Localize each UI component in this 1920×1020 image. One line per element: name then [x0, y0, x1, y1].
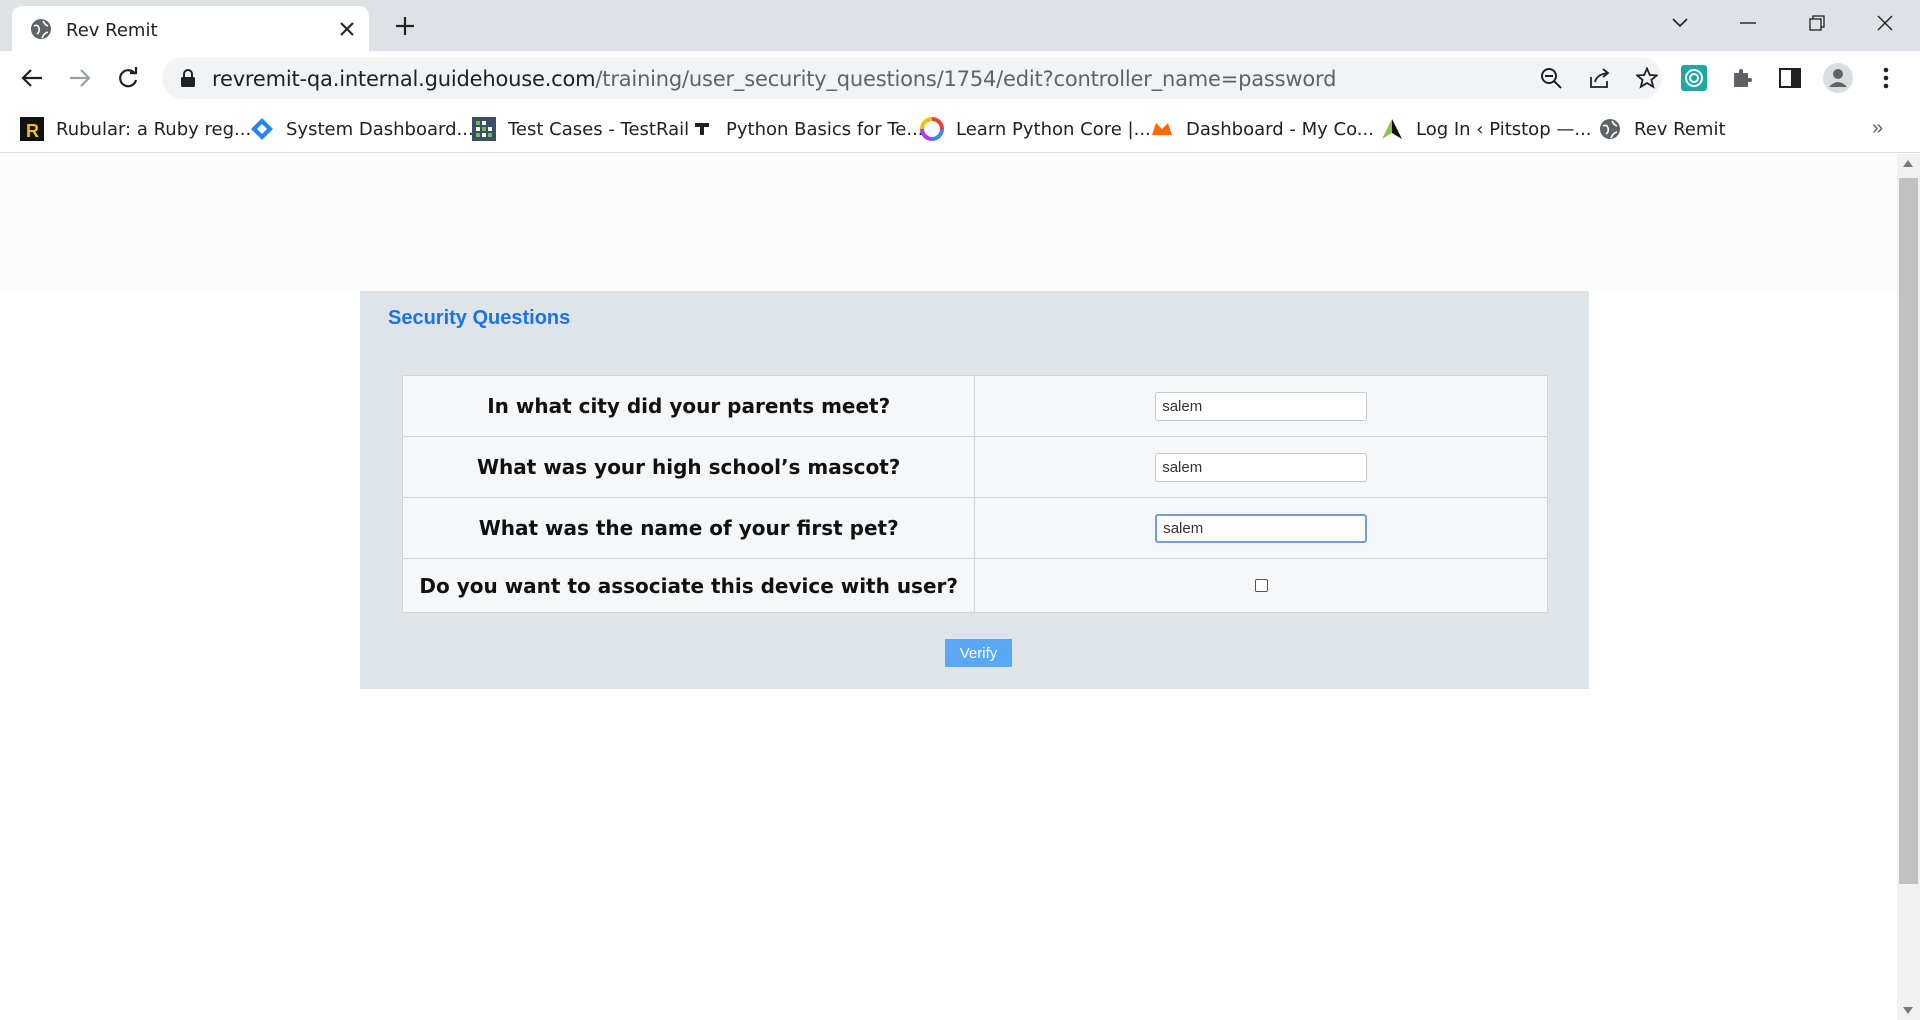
security-questions-table: In what city did your parents meet? What… — [401, 375, 1548, 613]
close-tab-icon[interactable] — [334, 16, 360, 42]
bookmark-item[interactable]: Python Basics for Te... — [690, 113, 924, 145]
bookmark-item[interactable]: Test Cases - TestRail — [472, 113, 689, 145]
swirl-icon — [920, 117, 944, 141]
bookmark-label: Log In ‹ Pitstop —... — [1416, 118, 1592, 140]
pitstop-icon — [1380, 117, 1404, 141]
answer-cell — [974, 436, 1548, 498]
bookmark-item[interactable]: System Dashboard... — [250, 113, 474, 145]
side-panel-icon[interactable] — [1774, 62, 1806, 94]
reload-icon[interactable] — [112, 62, 144, 94]
bookmark-label: Rev Remit — [1634, 118, 1726, 140]
share-icon[interactable] — [1586, 65, 1612, 91]
scroll-down-arrow-icon[interactable] — [1903, 1007, 1913, 1014]
jira-diamond-icon — [250, 117, 274, 141]
zoom-icon[interactable] — [1538, 65, 1564, 91]
table-row: Do you want to associate this device wit… — [401, 558, 1548, 613]
new-tab-icon[interactable] — [390, 11, 420, 41]
globe-icon — [30, 18, 52, 40]
answer-cell — [974, 375, 1548, 437]
table-row: What was your high school’s mascot? — [401, 436, 1548, 498]
address-bar[interactable]: revremit-qa.internal.guidehouse.com/trai… — [162, 57, 1662, 99]
page-viewport: Security Questions In what city did your… — [0, 154, 1897, 1020]
browser-toolbar: revremit-qa.internal.guidehouse.com/trai… — [0, 51, 1920, 105]
close-window-icon[interactable] — [1865, 8, 1905, 38]
browser-tab-strip: Rev Remit — [0, 0, 1920, 51]
back-icon[interactable] — [16, 62, 48, 94]
testrail-icon — [472, 117, 496, 141]
bookmark-label: Rubular: a Ruby reg... — [56, 118, 252, 140]
bookmarks-bar: R Rubular: a Ruby reg... System Dashboar… — [0, 105, 1920, 153]
bookmark-item[interactable]: Learn Python Core |... — [920, 113, 1151, 145]
dash-icon — [690, 117, 714, 141]
url-host: revremit-qa.internal.guidehouse.com — [212, 67, 596, 91]
question-label: What was your high school’s mascot? — [401, 436, 976, 498]
forward-icon[interactable] — [64, 62, 96, 94]
minimize-icon[interactable] — [1728, 8, 1768, 38]
bookmark-star-icon[interactable] — [1634, 65, 1660, 91]
device-checkbox-cell — [974, 558, 1548, 613]
page-header-band — [0, 154, 1897, 291]
bookmark-item[interactable]: R Rubular: a Ruby reg... — [20, 113, 251, 145]
bookmark-label: Dashboard - My Co... — [1186, 118, 1374, 140]
panel-title: Security Questions — [388, 307, 571, 329]
answer-input-3[interactable] — [1155, 513, 1368, 543]
device-question-label: Do you want to associate this device wit… — [401, 558, 976, 613]
restore-icon[interactable] — [1797, 8, 1837, 38]
bookmark-item[interactable]: Dashboard - My Co... — [1150, 113, 1374, 145]
table-row: What was the name of your first pet? — [401, 497, 1548, 559]
tab-search-chevron-icon[interactable] — [1660, 8, 1700, 38]
answer-cell — [974, 497, 1548, 559]
browser-tab-active[interactable]: Rev Remit — [12, 6, 369, 51]
page-scrollbar[interactable] — [1897, 154, 1920, 1020]
codecademy-icon — [1150, 117, 1174, 141]
question-label: In what city did your parents meet? — [401, 375, 976, 437]
security-questions-panel: Security Questions In what city did your… — [360, 291, 1589, 689]
scroll-up-arrow-icon[interactable] — [1903, 160, 1913, 167]
bookmark-label: Python Basics for Te... — [726, 118, 924, 140]
table-row: In what city did your parents meet? — [401, 375, 1548, 437]
url-text[interactable]: revremit-qa.internal.guidehouse.com/trai… — [212, 67, 1336, 91]
svg-text:R: R — [26, 121, 39, 141]
bookmark-label: Test Cases - TestRail — [508, 118, 690, 140]
lock-icon[interactable] — [180, 69, 196, 87]
rubular-icon: R — [20, 117, 44, 141]
tab-title: Rev Remit — [66, 20, 158, 41]
bookmark-item[interactable]: Rev Remit — [1598, 113, 1726, 145]
extensions-puzzle-icon[interactable] — [1726, 62, 1758, 94]
answer-input-1[interactable] — [1155, 391, 1368, 421]
bookmark-label: Learn Python Core |... — [956, 118, 1151, 140]
question-label: What was the name of your first pet? — [401, 497, 976, 559]
answer-input-2[interactable] — [1155, 452, 1368, 482]
scrollbar-thumb[interactable] — [1899, 178, 1918, 884]
menu-kebab-icon[interactable] — [1870, 62, 1902, 94]
verify-button[interactable]: Verify — [945, 639, 1012, 667]
bookmark-item[interactable]: Log In ‹ Pitstop —... — [1380, 113, 1592, 145]
profile-avatar-icon[interactable] — [1822, 62, 1854, 94]
url-path: /training/user_security_questions/1754/e… — [595, 67, 1337, 91]
bookmark-label: System Dashboard... — [286, 118, 474, 140]
bookmarks-overflow-chevron-icon[interactable]: » — [1872, 117, 1883, 140]
associate-device-checkbox[interactable] — [1254, 578, 1268, 592]
globe-icon — [1598, 117, 1622, 141]
extension-teal-icon[interactable] — [1678, 62, 1710, 94]
